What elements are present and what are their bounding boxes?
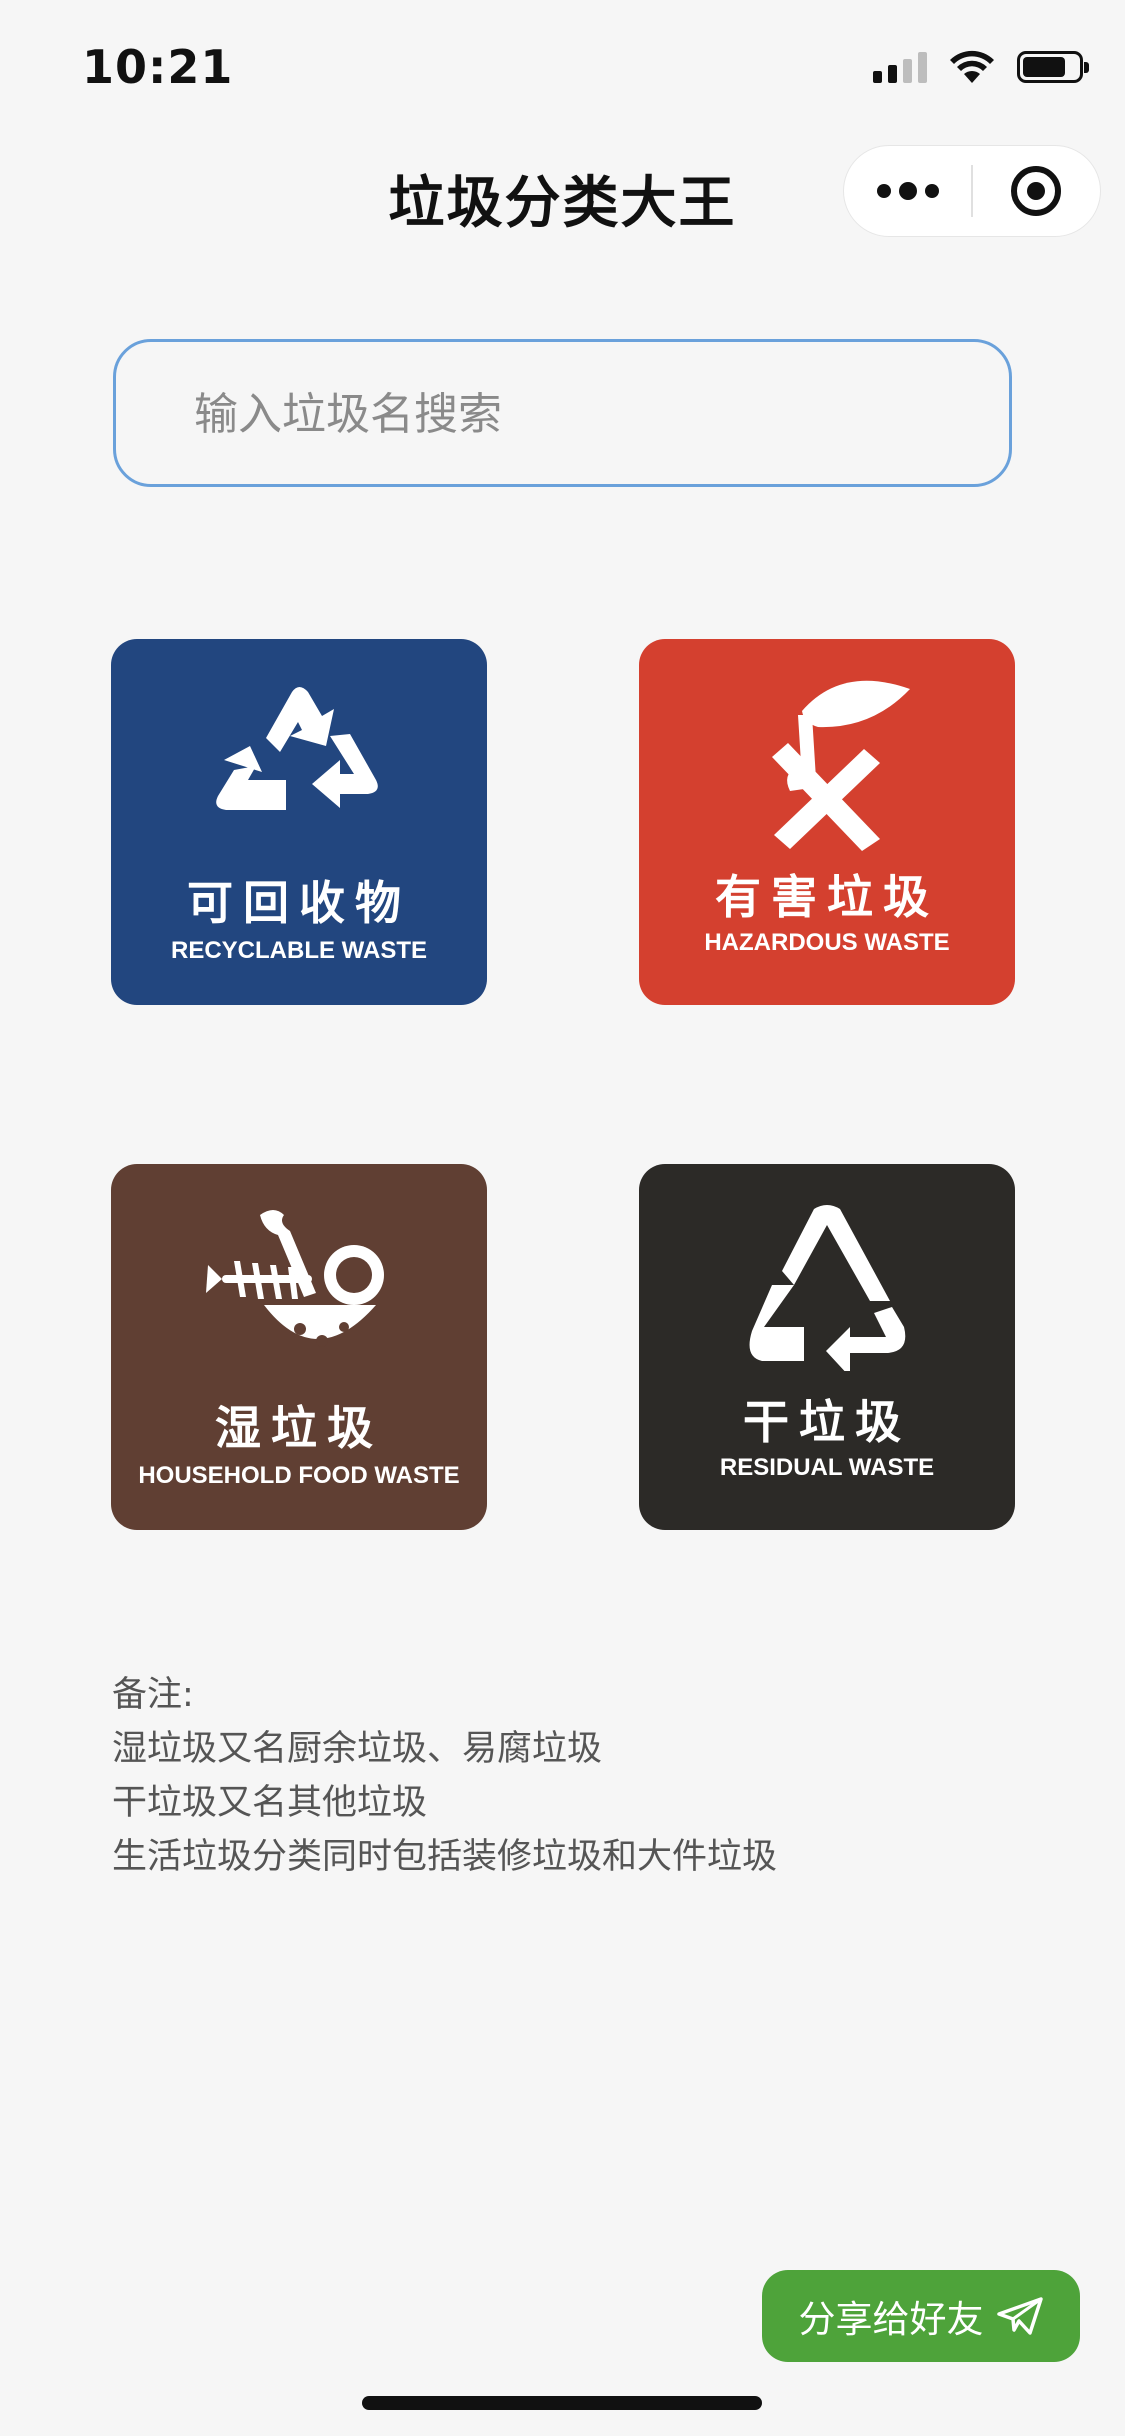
category-label-en: HAZARDOUS WASTE (704, 929, 950, 956)
hazardous-icon (772, 680, 910, 851)
category-label-en: HOUSEHOLD FOOD WASTE (138, 1462, 460, 1489)
recycle-icon (216, 687, 378, 810)
more-dots-icon (876, 182, 939, 200)
category-card-food[interactable]: 湿垃圾 HOUSEHOLD FOOD WASTE (111, 1164, 487, 1530)
category-label-en: RECYCLABLE WASTE (170, 937, 427, 964)
home-indicator (362, 2396, 762, 2410)
category-card-hazardous[interactable]: 有害垃圾 HAZARDOUS WASTE (639, 639, 1015, 1005)
status-bar: 10:21 (0, 0, 1125, 132)
target-circle-icon (1011, 166, 1062, 216)
signal-icon (873, 51, 927, 83)
notes-line: 湿垃圾又名厨余垃圾、易腐垃圾 (112, 1729, 603, 1769)
status-icons (873, 50, 1089, 84)
wifi-icon (950, 50, 994, 83)
category-card-recyclable[interactable]: 可回收物 RECYCLABLE WASTE (111, 639, 487, 1005)
notes-line: 生活垃圾分类同时包括装修垃圾和大件垃圾 (112, 1837, 778, 1877)
food-waste-icon (206, 1210, 384, 1347)
notes-heading: 备注: (112, 1675, 194, 1715)
category-card-residual[interactable]: 干垃圾 RESIDUAL WASTE (639, 1164, 1015, 1530)
notes-line: 干垃圾又名其他垃圾 (112, 1783, 428, 1823)
search-box (113, 339, 1012, 487)
category-label-en: RESIDUAL WASTE (719, 1454, 935, 1481)
share-button-label: 分享给好友 (798, 2298, 984, 2341)
miniprogram-capsule (843, 145, 1101, 237)
status-time: 10:21 (82, 40, 234, 94)
category-label-cn: 有害垃圾 (715, 870, 939, 924)
category-label-cn: 湿垃圾 (215, 1401, 383, 1455)
close-button[interactable] (973, 145, 1100, 237)
notes-section: 备注: 湿垃圾又名厨余垃圾、易腐垃圾 干垃圾又名其他垃圾 生活垃圾分类同时包括装… (112, 1668, 777, 1884)
search-input[interactable] (192, 342, 976, 486)
more-button[interactable] (844, 145, 971, 237)
category-label-cn: 干垃圾 (743, 1395, 911, 1449)
share-button[interactable]: 分享给好友 (762, 2270, 1080, 2362)
category-label-cn: 可回收物 (187, 876, 411, 930)
residual-icon (749, 1205, 906, 1371)
battery-icon (1017, 51, 1089, 83)
paper-plane-icon (996, 2297, 1043, 2335)
